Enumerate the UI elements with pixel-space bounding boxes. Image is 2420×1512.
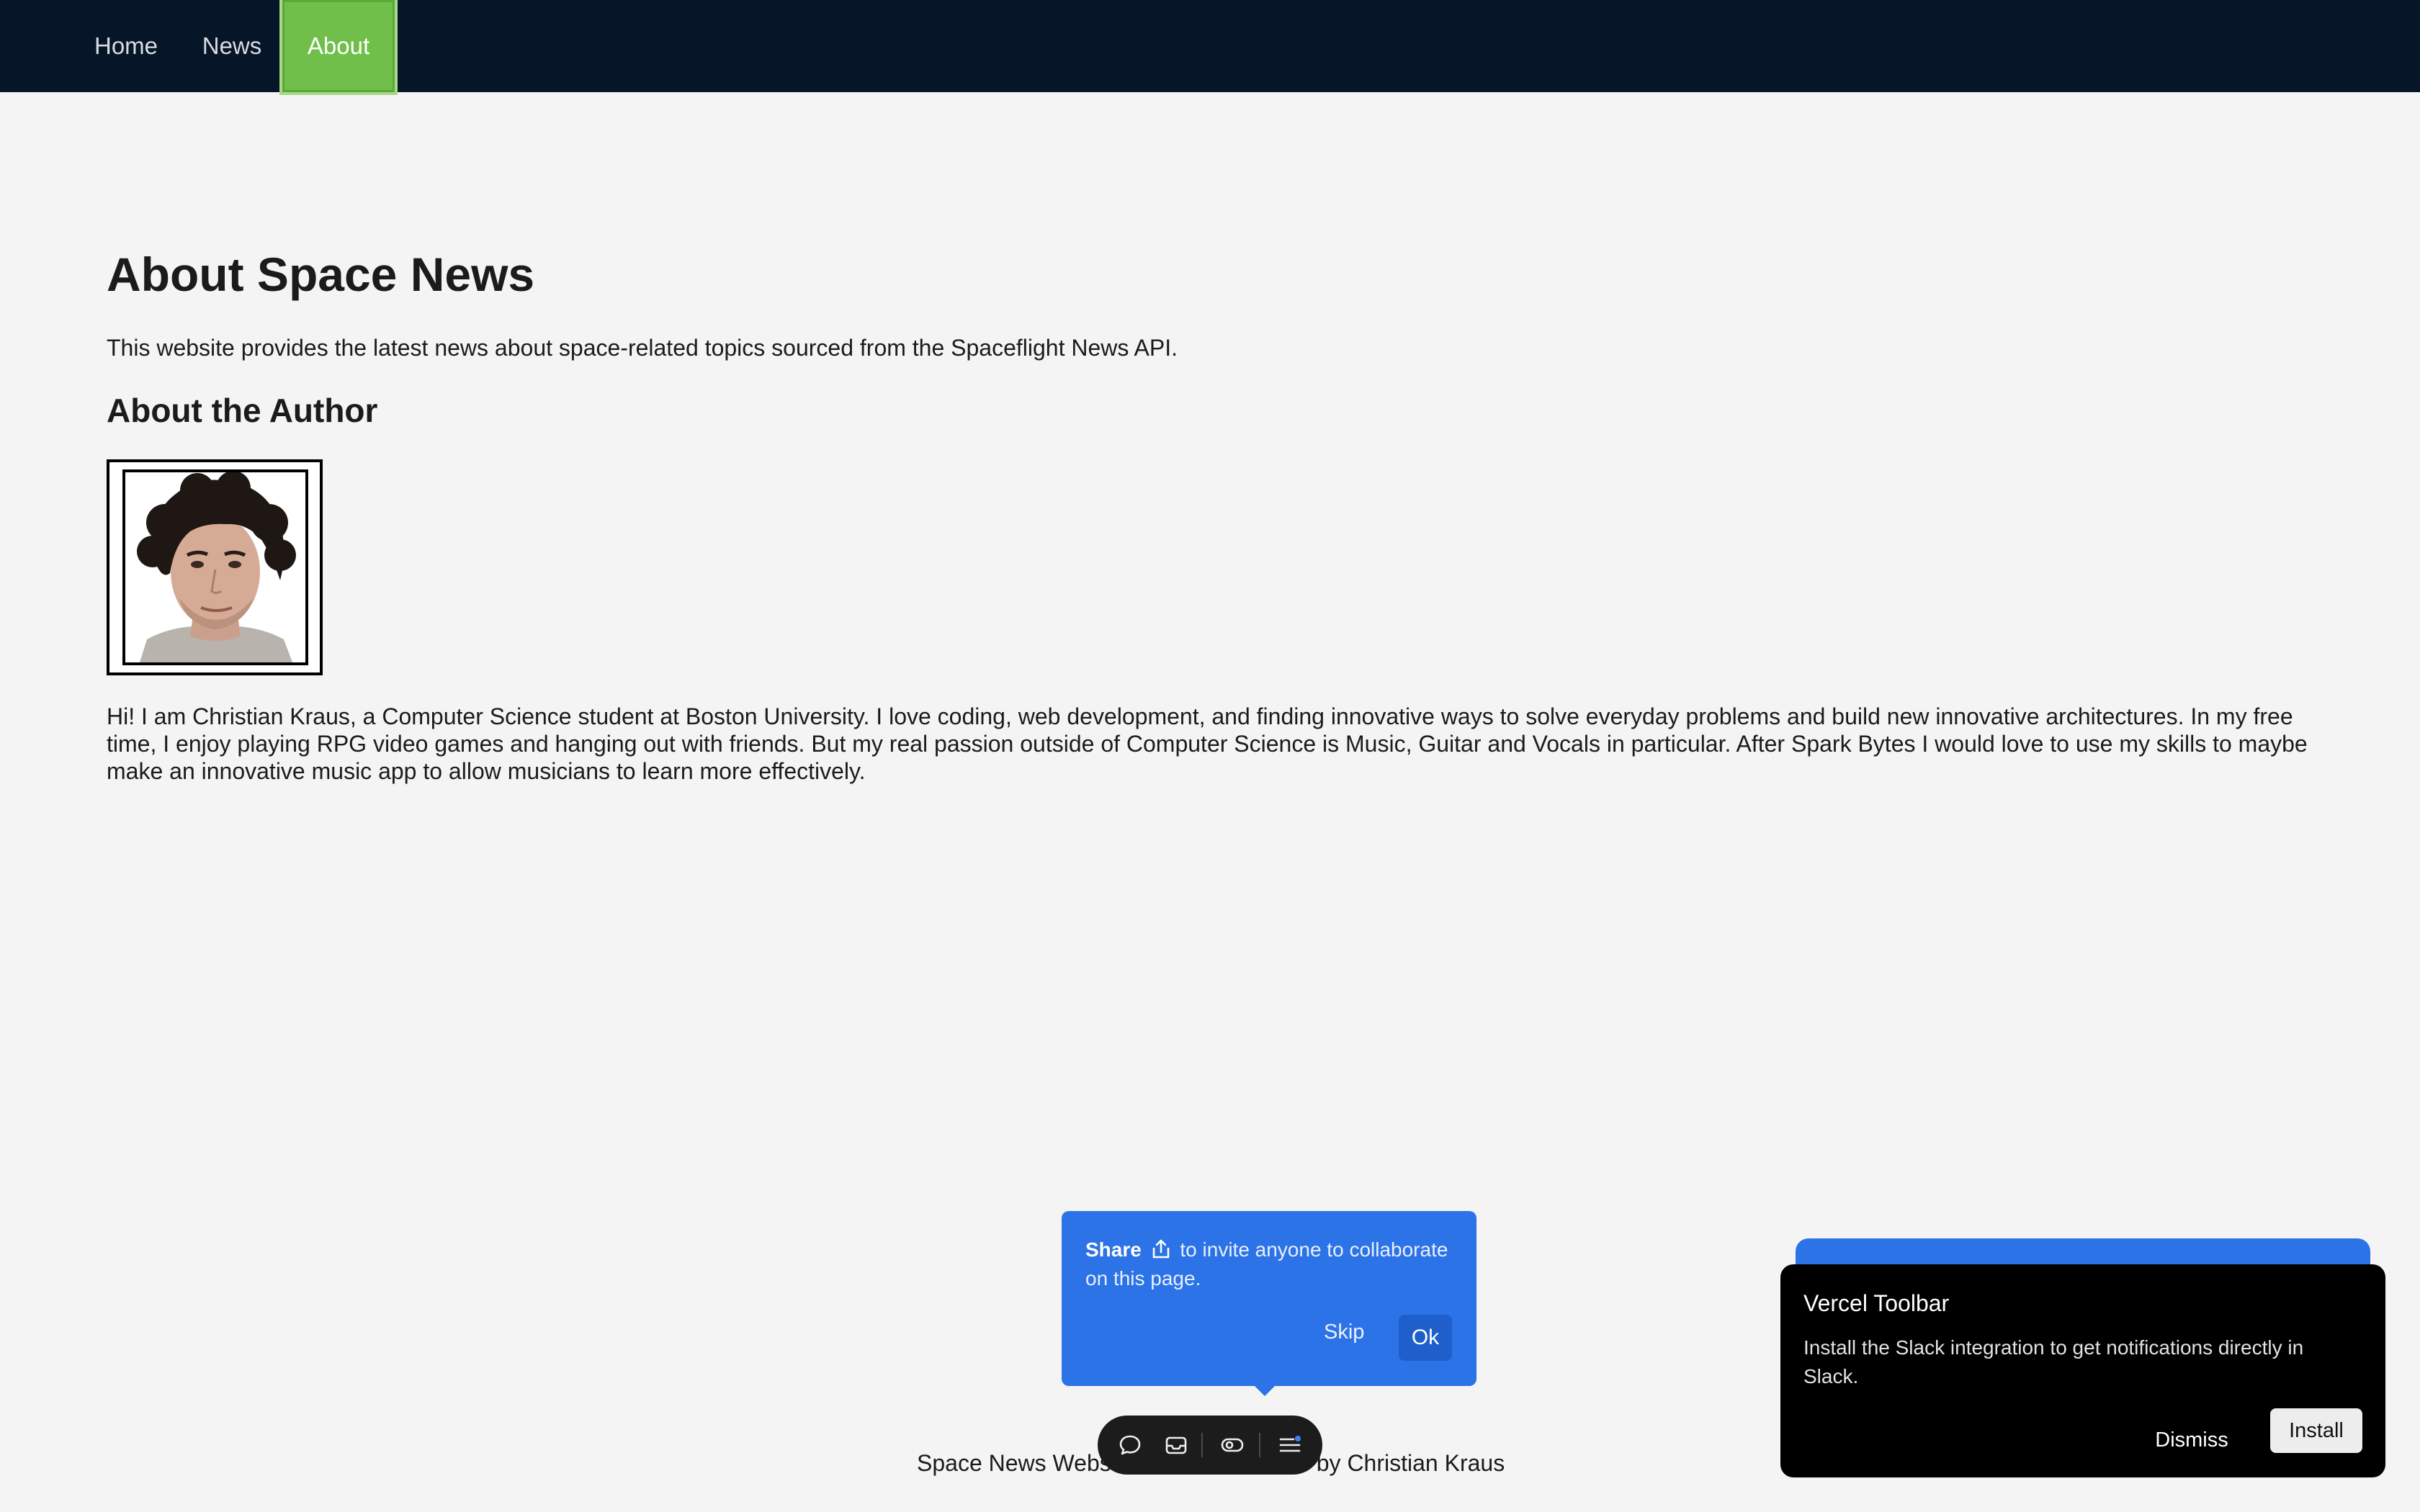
nav-about-link[interactable]: About [279,0,398,95]
page-title: About Space News [107,248,535,301]
popup-pointer [1255,1386,1275,1396]
install-button[interactable]: Install [2270,1408,2362,1453]
nav-news-link[interactable]: News [189,0,275,92]
vercel-toolbar-toast: Vercel Toolbar Install the Slack integra… [1780,1264,2385,1477]
toolbar-divider [1259,1433,1260,1457]
top-navbar: Home News About [0,0,2420,95]
author-bio: Hi! I am Christian Kraus, a Computer Sci… [107,703,2308,784]
ok-button[interactable]: Ok [1399,1315,1452,1361]
nav-home-link[interactable]: Home [78,0,174,92]
toast-title: Vercel Toolbar [1803,1290,1950,1316]
footer-text-start: Space News Webs [917,1450,1111,1476]
toolbar-divider [1201,1433,1203,1457]
skip-button[interactable]: Skip [1324,1320,1364,1344]
dismiss-button[interactable]: Dismiss [2148,1418,2236,1462]
share-icon [1150,1238,1172,1260]
footer-text-end: by Christian Kraus [1316,1450,1505,1476]
eye-toggle-icon[interactable] [1217,1430,1247,1460]
toast-body: Install the Slack integration to get not… [1803,1336,2304,1387]
share-popup-bold: Share [1085,1238,1142,1261]
inbox-icon[interactable] [1161,1430,1191,1460]
author-heading: About the Author [107,392,378,429]
author-photo-frame [107,459,323,675]
intro-text: This website provides the latest news ab… [107,335,1178,361]
menu-icon[interactable] [1275,1430,1305,1460]
author-photo [122,469,308,665]
share-popup-message: Share to invite anyone to collaborate on… [1085,1236,1460,1293]
vercel-floating-toolbar [1098,1416,1322,1475]
comment-icon[interactable] [1115,1430,1145,1460]
